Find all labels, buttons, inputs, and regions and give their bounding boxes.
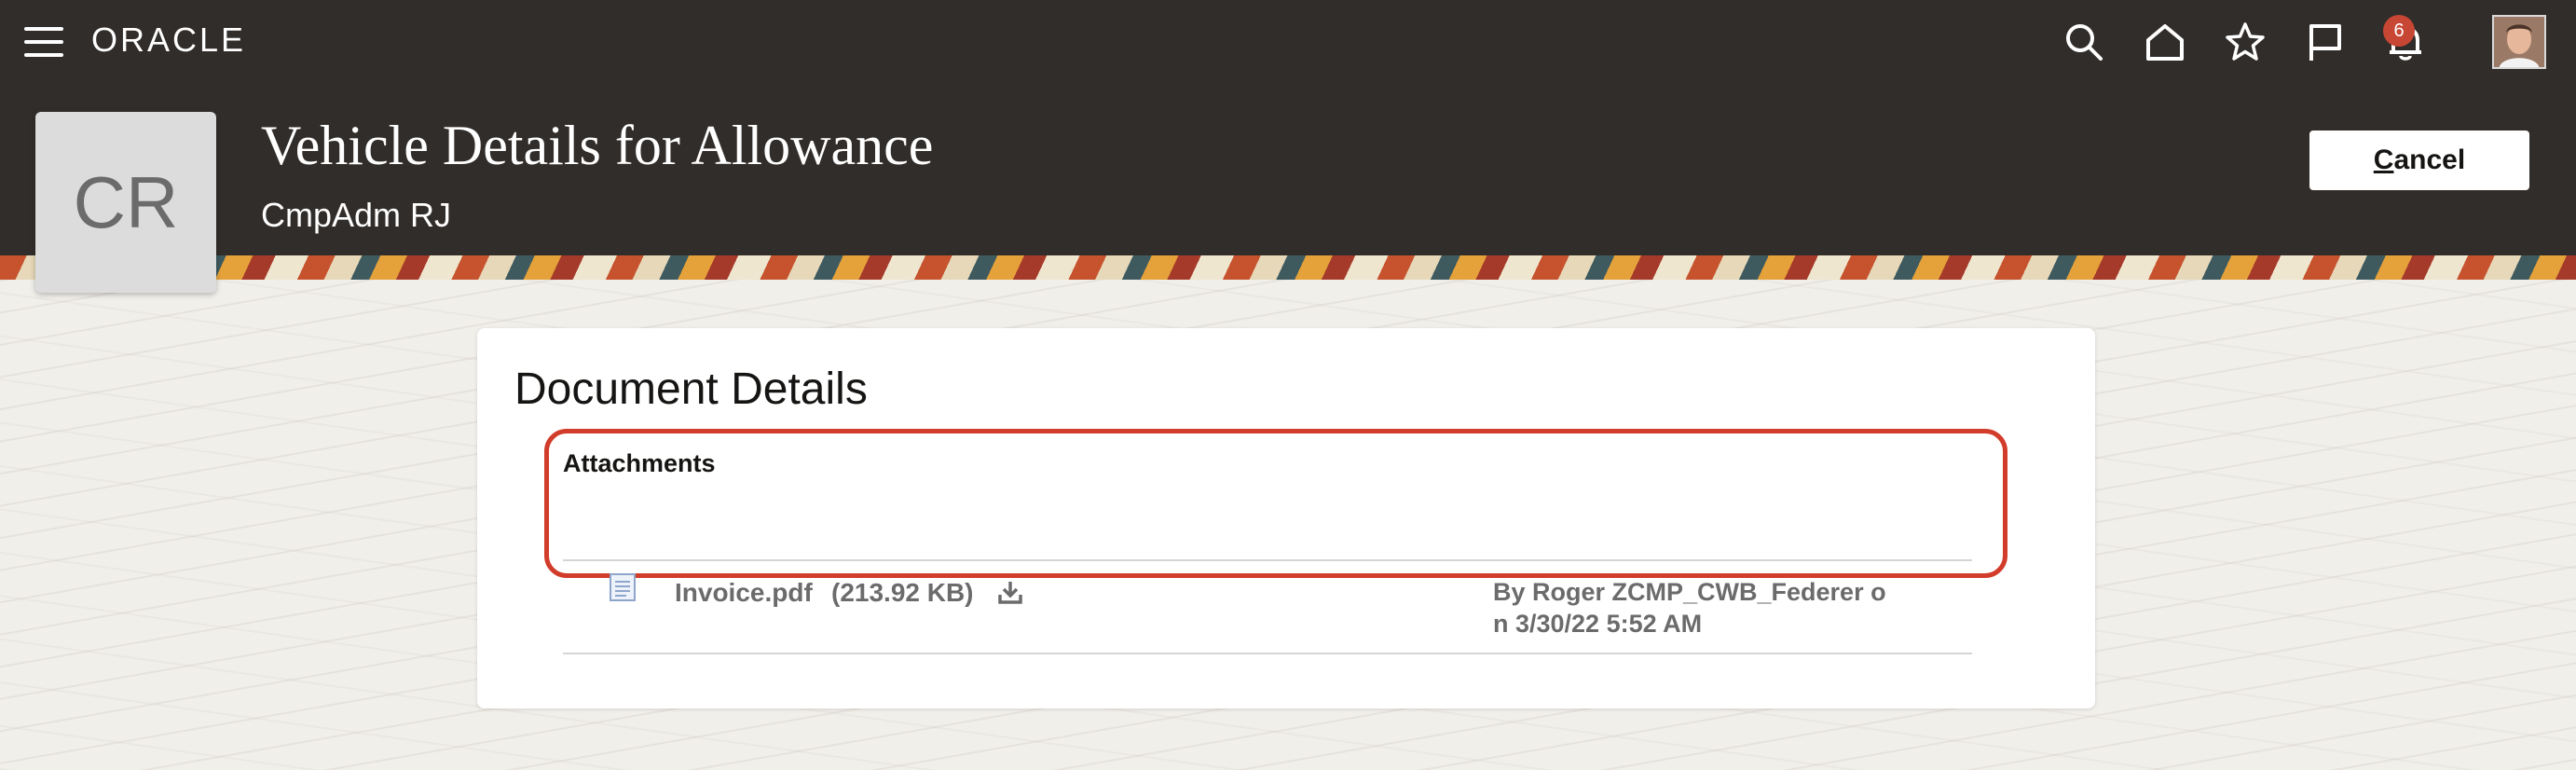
page-title: Vehicle Details for Allowance (261, 115, 934, 176)
initials-tile: CR (35, 112, 216, 293)
favorites-star-icon[interactable] (2224, 21, 2267, 63)
flag-icon[interactable] (2304, 21, 2347, 63)
document-details-card: Document Details Attachments Invoice.pdf… (477, 328, 2095, 708)
attachment-row-divider-bottom (563, 653, 1972, 654)
download-icon[interactable] (993, 576, 1027, 610)
user-avatar[interactable] (2492, 15, 2546, 69)
uploader-line-1: By Roger ZCMP_CWB_Federer o (1493, 578, 1886, 606)
search-icon[interactable] (2062, 21, 2105, 63)
uploader-line-2: n 3/30/22 5:52 AM (1493, 610, 1703, 638)
attachments-title: Attachments (563, 449, 716, 477)
decorative-banner (0, 255, 2576, 280)
page-subtitle: CmpAdm RJ (261, 196, 452, 234)
cancel-label: ancel (2393, 144, 2466, 175)
global-header: ORACLE 6 (0, 0, 2576, 88)
notification-count-badge[interactable]: 6 (2383, 15, 2415, 47)
attachment-uploader-info: By Roger ZCMP_CWB_Federer o n 3/30/22 5:… (1493, 576, 1922, 639)
oracle-logo[interactable]: ORACLE (91, 21, 246, 60)
cancel-button[interactable]: Cancel (2309, 131, 2529, 190)
attachments-highlight (544, 429, 2007, 578)
document-icon (608, 572, 637, 602)
cancel-access-key: C (2373, 144, 2394, 175)
attachment-row-divider (563, 559, 1972, 561)
card-title: Document Details (514, 364, 868, 414)
home-icon[interactable] (2144, 21, 2186, 63)
attachment-file-name[interactable]: Invoice.pdf (675, 578, 813, 608)
attachment-file-size: (213.92 KB) (831, 578, 974, 607)
menu-icon[interactable] (24, 27, 63, 59)
